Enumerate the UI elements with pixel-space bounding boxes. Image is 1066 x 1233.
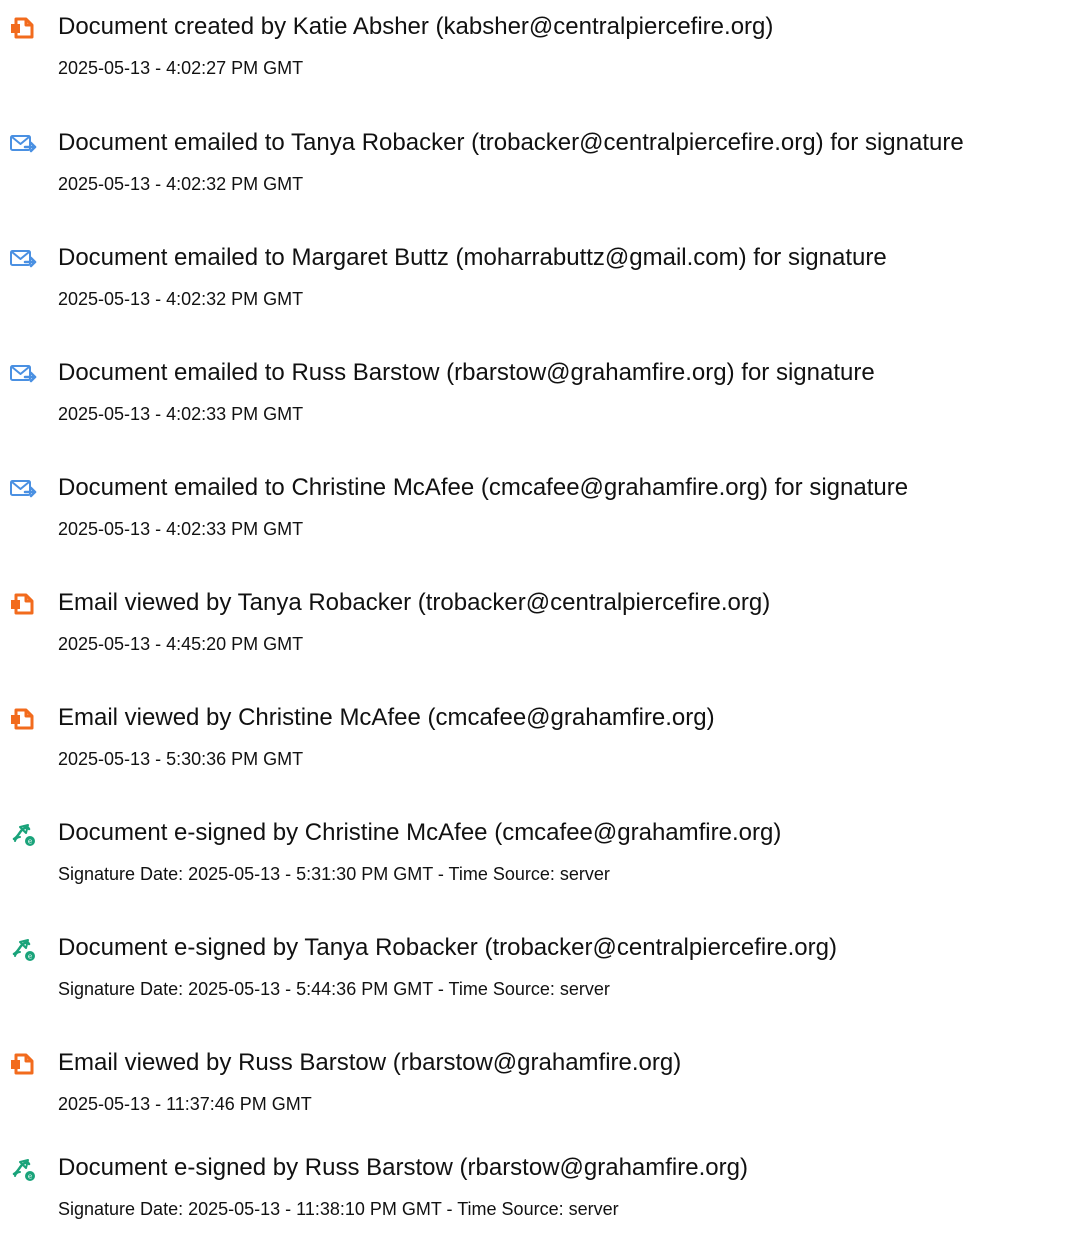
event-timestamp: 2025-05-13 - 4:45:20 PM GMT [58, 634, 304, 654]
audit-trail-list: Document created by Katie Absher (kabshe… [0, 0, 1066, 1226]
event-title: Document e-signed by Russ Barstow (rbars… [58, 1154, 748, 1181]
event-title: Document emailed to Christine McAfee (cm… [58, 474, 909, 501]
email-sent-icon [8, 129, 38, 159]
event-timestamp: 2025-05-13 - 4:02:32 PM GMT [58, 174, 304, 194]
event-title: Email viewed by Tanya Robacker (trobacke… [58, 589, 771, 616]
event-title: Document created by Katie Absher (kabshe… [58, 13, 774, 40]
event-timestamp: 2025-05-13 - 4:02:33 PM GMT [58, 519, 304, 539]
e-signed-pen-icon: e [8, 819, 38, 849]
audit-entry: e Document e-signed by Christine McAfee … [0, 818, 1066, 898]
email-sent-icon [8, 474, 38, 504]
e-signed-pen-icon: e [8, 934, 38, 964]
audit-entry: Email viewed by Tanya Robacker (trobacke… [0, 588, 1066, 668]
email-sent-icon [8, 359, 38, 389]
audit-entry: Document emailed to Christine McAfee (cm… [0, 473, 1066, 553]
document-viewed-icon [8, 589, 38, 619]
audit-entry: Email viewed by Christine McAfee (cmcafe… [0, 703, 1066, 783]
svg-text:e: e [28, 953, 32, 961]
event-timestamp: 2025-05-13 - 5:30:36 PM GMT [58, 749, 304, 769]
event-title: Document emailed to Margaret Buttz (moha… [58, 244, 887, 271]
event-timestamp: 2025-05-13 - 4:02:27 PM GMT [58, 58, 304, 78]
audit-entry: Document emailed to Margaret Buttz (moha… [0, 243, 1066, 323]
event-title: Document e-signed by Christine McAfee (c… [58, 819, 782, 846]
event-title: Document e-signed by Tanya Robacker (tro… [58, 934, 837, 961]
event-title: Document emailed to Tanya Robacker (trob… [58, 129, 964, 156]
document-viewed-icon [8, 704, 38, 734]
event-signature-date: Signature Date: 2025-05-13 - 11:38:10 PM… [58, 1199, 619, 1219]
event-timestamp: 2025-05-13 - 4:02:32 PM GMT [58, 289, 304, 309]
audit-entry: Document created by Katie Absher (kabshe… [0, 12, 1066, 92]
audit-entry: e Document e-signed by Russ Barstow (rba… [0, 1153, 1066, 1233]
email-sent-icon [8, 244, 38, 274]
event-signature-date: Signature Date: 2025-05-13 - 5:31:30 PM … [58, 864, 610, 884]
audit-entry: e Document e-signed by Tanya Robacker (t… [0, 933, 1066, 1013]
svg-text:e: e [28, 838, 32, 846]
svg-text:e: e [28, 1173, 32, 1181]
event-title: Document emailed to Russ Barstow (rbarst… [58, 359, 875, 386]
audit-entry: Email viewed by Russ Barstow (rbarstow@g… [0, 1048, 1066, 1128]
event-signature-date: Signature Date: 2025-05-13 - 5:44:36 PM … [58, 979, 610, 999]
e-signed-pen-icon: e [8, 1154, 38, 1184]
document-created-icon [8, 13, 38, 43]
audit-entry: Document emailed to Russ Barstow (rbarst… [0, 358, 1066, 438]
document-viewed-icon [8, 1049, 38, 1079]
event-title: Email viewed by Russ Barstow (rbarstow@g… [58, 1049, 682, 1076]
event-title: Email viewed by Christine McAfee (cmcafe… [58, 704, 715, 731]
audit-entry: Document emailed to Tanya Robacker (trob… [0, 128, 1066, 208]
event-timestamp: 2025-05-13 - 4:02:33 PM GMT [58, 404, 304, 424]
event-timestamp: 2025-05-13 - 11:37:46 PM GMT [58, 1094, 312, 1114]
